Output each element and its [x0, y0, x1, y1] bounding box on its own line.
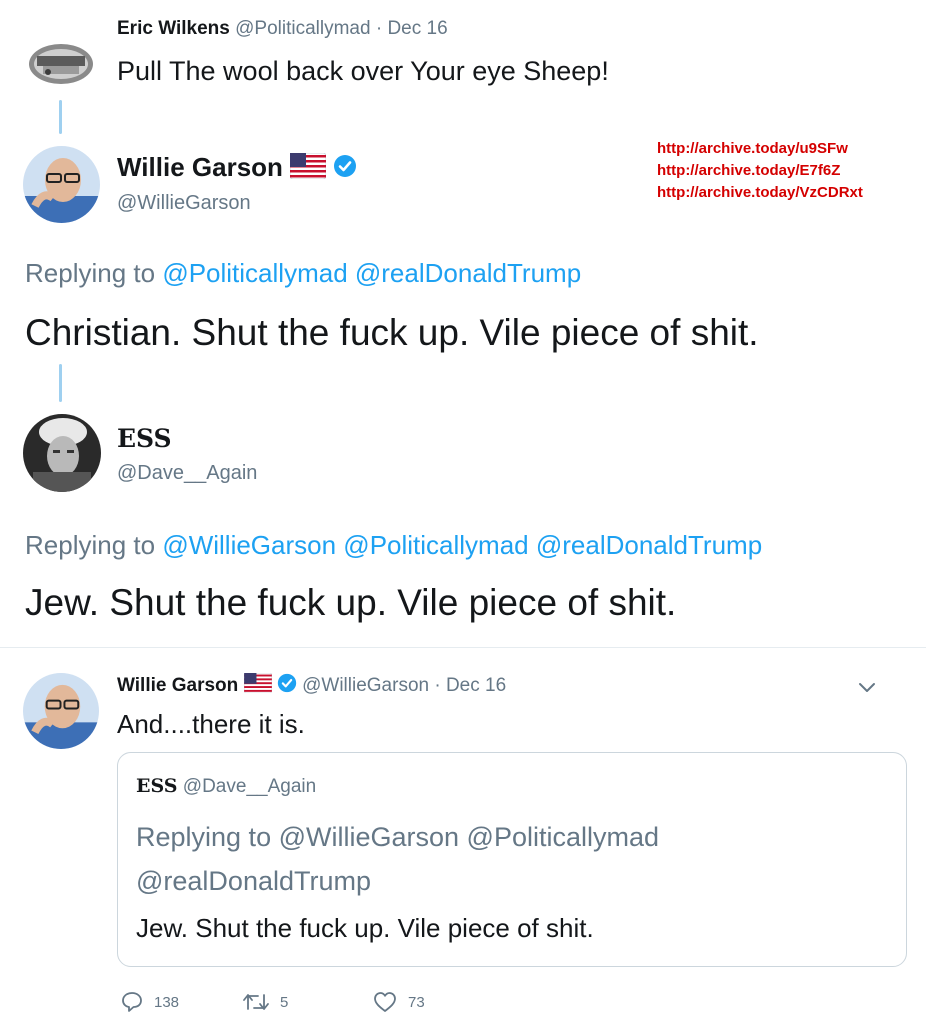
reply-icon [122, 992, 142, 1012]
tweet2-replying-to: Replying to @Politicallymad @realDonaldT… [25, 258, 581, 289]
reply-count: 138 [154, 993, 180, 1011]
tweet4-author-name[interactable]: Willie Garson [117, 675, 238, 696]
tweet3-text: Jew. Shut the fuck up. Vile piece of shi… [25, 582, 677, 623]
like-count: 73 [408, 993, 425, 1011]
replying-to-mentions: @WillieGarson @Politicallymad [278, 822, 660, 852]
quoted-replying-to: Replying to @WillieGarson @Politicallyma… [136, 815, 659, 903]
archive-link[interactable]: http://archive.today/VzCDRxt [657, 182, 863, 204]
tweet1-author-handle[interactable]: @Politicallymad [235, 18, 370, 39]
section-divider [0, 647, 926, 648]
reply-button[interactable]: 138 [120, 990, 179, 1014]
retweet-icon [243, 994, 269, 1010]
verified-badge-icon [277, 673, 297, 699]
tweet1-text: Pull The wool back over Your eye Sheep! [117, 56, 609, 86]
replying-to-label: Replying to [136, 822, 272, 852]
tweet1-header: Eric Wilkens @Politicallymad · Dec 16 [117, 18, 448, 40]
tweet2-author-handle[interactable]: @WillieGarson [117, 192, 251, 215]
tweet4-author-handle[interactable]: @WillieGarson [302, 675, 429, 696]
archive-links: http://archive.today/u9SFw http://archiv… [657, 138, 863, 204]
quoted-tweet-header: ESS @Dave__Again [136, 775, 316, 798]
replying-to-label: Replying to [25, 258, 156, 288]
tweet4-header: Willie Garson @WillieGarson · Dec 16 [117, 672, 506, 699]
tweet1-author-name[interactable]: Eric Wilkens [117, 18, 230, 39]
tweet3-replying-to: Replying to @WillieGarson @Politicallyma… [25, 530, 762, 561]
tweet2-author-name[interactable]: Willie Garson [117, 152, 283, 182]
us-flag-icon [289, 152, 327, 186]
quoted-author-handle: @Dave__Again [182, 776, 317, 797]
replying-to-mentions[interactable]: @Politicallymad @realDonaldTrump [162, 258, 581, 288]
like-button[interactable]: 73 [372, 990, 425, 1014]
replying-to-mentions[interactable]: @WillieGarson @Politicallymad @realDonal… [162, 530, 762, 560]
tweet4-date[interactable]: · Dec 16 [434, 675, 506, 696]
quoted-author-name: ESS [136, 775, 178, 797]
us-flag-icon [243, 672, 272, 699]
chevron-down-icon[interactable] [857, 680, 877, 694]
avatar-willie-garson[interactable] [23, 673, 99, 749]
thread-connector [59, 364, 62, 402]
avatar-eric-wilkens[interactable] [23, 22, 99, 98]
tweet3-author-handle[interactable]: @Dave__Again [117, 462, 257, 485]
thread-connector [59, 100, 62, 134]
tweet3-author-name[interactable]: ESS [117, 424, 172, 453]
archive-link[interactable]: http://archive.today/u9SFw [657, 138, 863, 160]
tweet1-date[interactable]: · Dec 16 [376, 18, 448, 39]
retweet-button[interactable]: 5 [242, 990, 288, 1014]
replying-to-label: Replying to [25, 530, 156, 560]
avatar-willie-garson[interactable] [23, 146, 100, 223]
heart-icon [374, 992, 396, 1012]
quoted-tweet-text: Jew. Shut the fuck up. Vile piece of shi… [136, 913, 594, 943]
avatar-ess[interactable] [23, 414, 101, 492]
retweet-count: 5 [280, 993, 289, 1011]
quoted-tweet-card[interactable]: ESS @Dave__Again Replying to @WillieGars… [117, 752, 907, 967]
tweet2-text: Christian. Shut the fuck up. Vile piece … [25, 312, 759, 353]
replying-to-mentions: @realDonaldTrump [136, 866, 371, 896]
tweet4-text: And....there it is. [117, 709, 305, 739]
tweet2-name-row: Willie Garson [117, 152, 357, 186]
verified-badge-icon [333, 154, 357, 185]
archive-link[interactable]: http://archive.today/E7f6Z [657, 160, 863, 182]
